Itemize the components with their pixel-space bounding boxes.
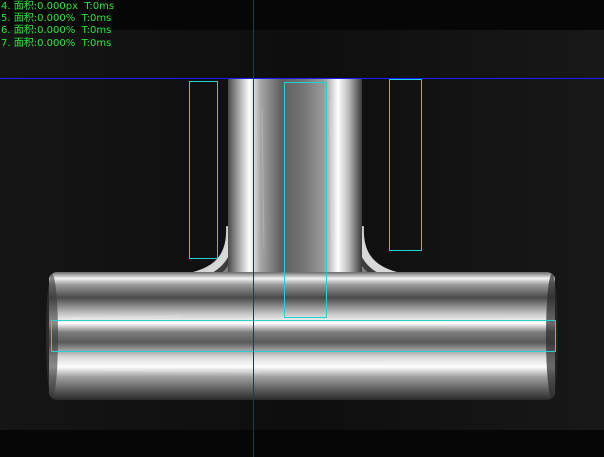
readout-line: 4. 面积:0.000px T:0ms: [1, 1, 115, 12]
readout-line: 5. 面积:0.000% T:0ms: [1, 13, 112, 25]
readout-line: 7. 面积:0.000% T:0ms: [1, 37, 112, 49]
camera-image: [0, 0, 604, 457]
crosshair-vertical-line[interactable]: [253, 0, 254, 457]
inspection-viewport[interactable]: 4. 面积:0.000px T:0ms 5. 面积:0.000% T:0ms 6…: [0, 0, 604, 457]
crosshair-horizontal-line[interactable]: [0, 78, 604, 79]
measurement-readouts: 4. 面积:0.000px T:0ms 5. 面积:0.000% T:0ms 6…: [1, 1, 114, 50]
readout-line: 6. 面积:0.000% T:0ms: [1, 25, 112, 37]
